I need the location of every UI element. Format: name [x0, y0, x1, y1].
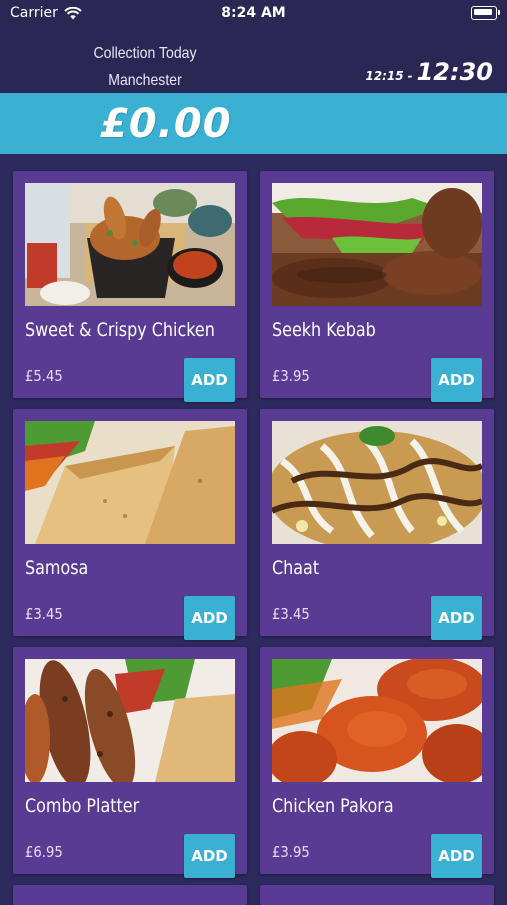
- menu-grid: Sweet & Crispy Chicken £5.45 ADD Seekh K…: [0, 154, 507, 905]
- kebab-photo: [272, 183, 482, 306]
- menu-item-card[interactable]: Chicken Pakora £3.95 ADD: [260, 647, 494, 878]
- basket-total: £0.00: [100, 101, 232, 147]
- item-price: £3.95: [272, 367, 310, 385]
- basket-total-bar[interactable]: £0.00: [0, 93, 507, 154]
- item-name: Chaat: [272, 557, 320, 579]
- status-time: 8:24 AM: [221, 5, 286, 21]
- status-bar: Carrier 8:24 AM: [0, 0, 507, 28]
- collection-info[interactable]: Collection Today Manchester: [70, 40, 220, 94]
- item-name: Chicken Pakora: [272, 795, 394, 817]
- food-photo: [272, 183, 482, 306]
- slot-to: 12:30: [416, 58, 493, 86]
- slot-from: 12:15: [365, 69, 404, 83]
- battery-icon: [471, 6, 500, 20]
- time-slot[interactable]: 12:15 - 12:30: [365, 58, 493, 86]
- item-name: Combo Platter: [25, 795, 140, 817]
- item-price: £6.95: [25, 843, 63, 861]
- add-button[interactable]: ADD: [184, 834, 235, 878]
- combo-platter-photo: [25, 659, 235, 782]
- item-name: Seekh Kebab: [272, 319, 376, 341]
- menu-item-card[interactable]: [260, 885, 494, 905]
- food-photo: [25, 183, 235, 306]
- add-button[interactable]: ADD: [431, 596, 482, 640]
- samosa-photo: [25, 421, 235, 544]
- menu-item-card[interactable]: Seekh Kebab £3.95 ADD: [260, 171, 494, 402]
- header: Collection Today Manchester 12:15 - 12:3…: [0, 28, 507, 93]
- menu-item-card[interactable]: [13, 885, 247, 905]
- item-price: £3.45: [25, 605, 63, 623]
- food-photo: [25, 421, 235, 544]
- item-price: £3.95: [272, 843, 310, 861]
- collection-line: Collection Today: [93, 45, 197, 62]
- item-name: Samosa: [25, 557, 89, 579]
- chicken-pakora-photo: [272, 659, 482, 782]
- item-price: £5.45: [25, 367, 63, 385]
- add-button[interactable]: ADD: [184, 358, 235, 402]
- food-photo: [272, 659, 482, 782]
- chicken-photo: [25, 183, 235, 306]
- food-photo: [272, 421, 482, 544]
- menu-item-card[interactable]: Samosa £3.45 ADD: [13, 409, 247, 640]
- add-button[interactable]: ADD: [431, 834, 482, 878]
- menu-item-card[interactable]: Sweet & Crispy Chicken £5.45 ADD: [13, 171, 247, 402]
- food-photo: [25, 659, 235, 782]
- slot-dash: -: [407, 69, 413, 83]
- location-name: Manchester: [108, 72, 182, 89]
- item-name: Sweet & Crispy Chicken: [25, 319, 215, 341]
- chaat-photo: [272, 421, 482, 544]
- add-button[interactable]: ADD: [431, 358, 482, 402]
- menu-item-card[interactable]: Combo Platter £6.95 ADD: [13, 647, 247, 878]
- menu-item-card[interactable]: Chaat £3.45 ADD: [260, 409, 494, 640]
- item-price: £3.45: [272, 605, 310, 623]
- add-button[interactable]: ADD: [184, 596, 235, 640]
